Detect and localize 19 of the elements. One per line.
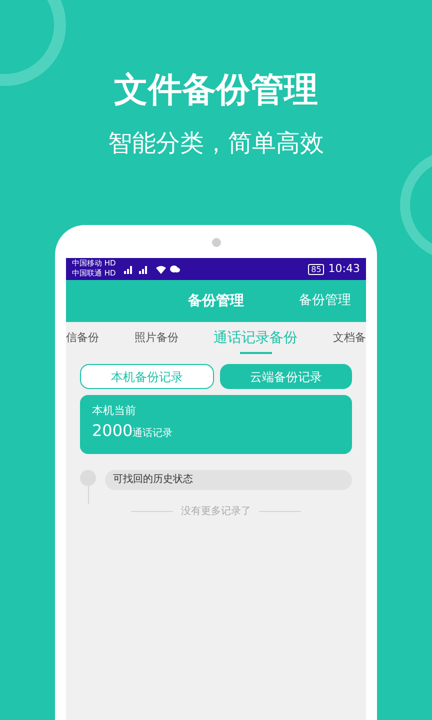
category-tab[interactable]: 文档备	[332, 330, 366, 354]
chat-icon	[170, 265, 180, 273]
record-toggle[interactable]: 本机备份记录	[80, 364, 214, 389]
summary-label: 本机当前	[92, 404, 137, 418]
record-toggle[interactable]: 云端备份记录	[220, 364, 352, 389]
category-tab[interactable]: 通话记录备份	[214, 330, 298, 354]
camera-icon	[212, 238, 220, 247]
category-tab[interactable]: 信备份	[66, 330, 99, 354]
battery-level: 85	[308, 264, 324, 274]
end-note: 没有更多记录了	[181, 505, 251, 519]
header-title: 备份管理	[188, 292, 244, 310]
history-item: 可找回的历史状态	[105, 470, 352, 490]
category-tab[interactable]: 照片备份	[134, 330, 178, 354]
wifi-icon	[156, 264, 166, 274]
header-action[interactable]: 备份管理	[299, 291, 351, 311]
summary-count: 2000通话记录	[92, 420, 174, 442]
clock-time: 10:43	[328, 260, 360, 277]
promo-subtitle: 智能分类，简单高效	[108, 128, 324, 158]
promo-title: 文件备份管理	[114, 70, 318, 110]
